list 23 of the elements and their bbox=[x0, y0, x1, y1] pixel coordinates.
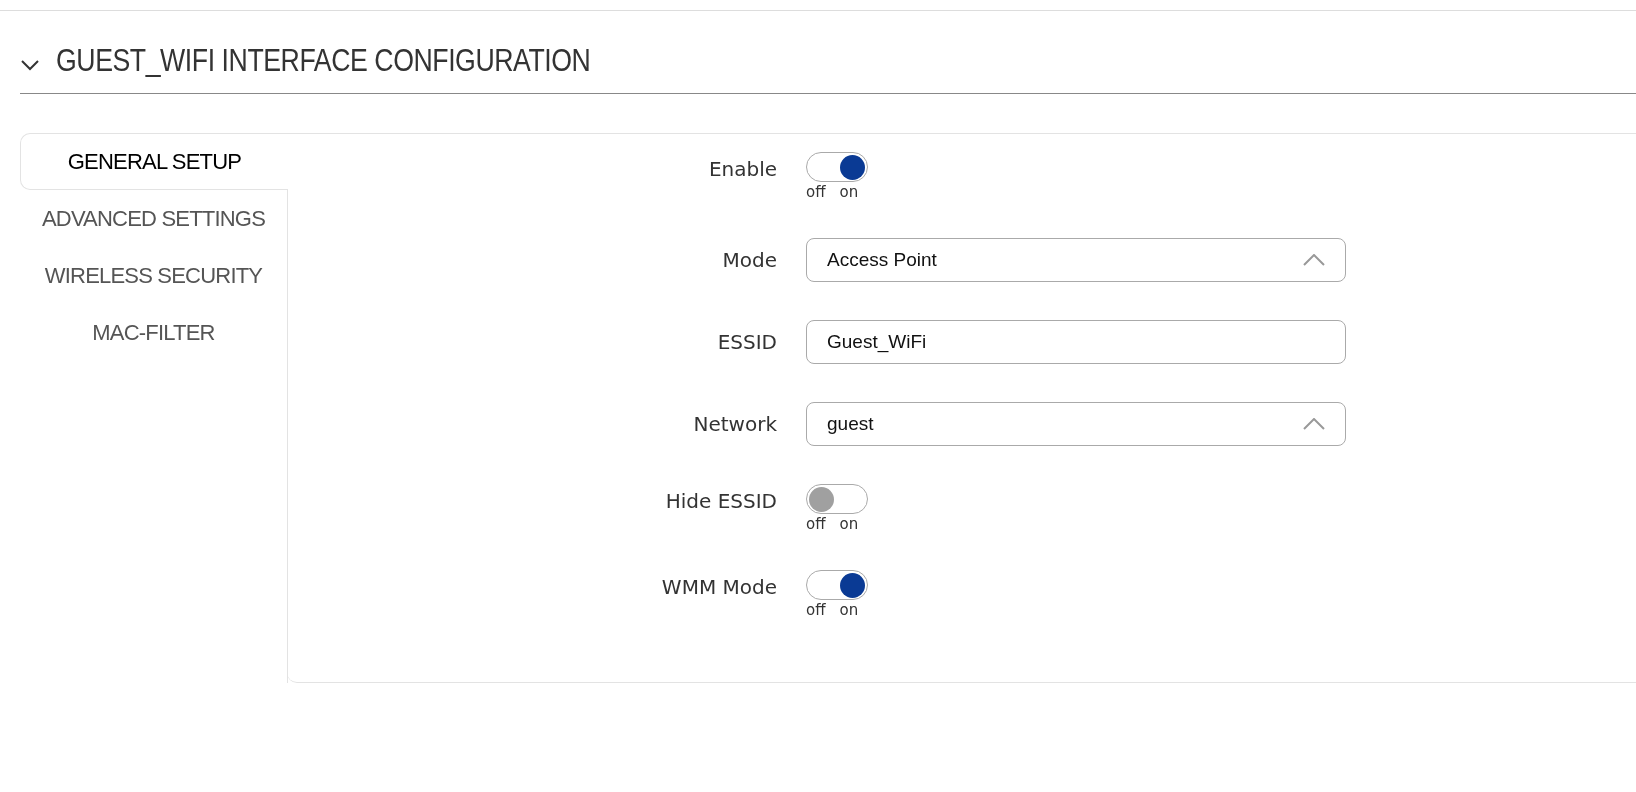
field-label: ESSID bbox=[716, 329, 778, 356]
toggle-on-label: on bbox=[839, 183, 859, 201]
section-title: GUEST_WIFI INTERFACE CONFIGURATION bbox=[56, 43, 591, 79]
field-label: Hide ESSID bbox=[664, 488, 778, 515]
toggle-off-label: off bbox=[806, 515, 826, 533]
toggle-switch[interactable] bbox=[806, 484, 868, 514]
caret-up-icon bbox=[1303, 254, 1325, 266]
toggle-switch[interactable] bbox=[806, 570, 868, 600]
toggle-on-label: on bbox=[839, 515, 859, 533]
field-label: Mode bbox=[721, 247, 778, 274]
select-field[interactable]: guest bbox=[806, 402, 1346, 446]
select-field[interactable]: Access Point bbox=[806, 238, 1346, 282]
toggle-off-label: off bbox=[806, 183, 826, 201]
caret-up-icon bbox=[1303, 418, 1325, 430]
chevron-down-icon[interactable] bbox=[20, 59, 40, 71]
toggle-on-label: on bbox=[839, 601, 859, 619]
toggle-off-label: off bbox=[806, 601, 826, 619]
text-field[interactable]: Guest_WiFi bbox=[806, 320, 1346, 364]
field-label: Enable bbox=[707, 156, 778, 183]
toggle-switch[interactable] bbox=[806, 152, 868, 182]
field-label: Network bbox=[692, 411, 778, 438]
tab[interactable]: GENERAL SETUP bbox=[20, 133, 288, 190]
field-label: WMM Mode bbox=[660, 574, 778, 601]
